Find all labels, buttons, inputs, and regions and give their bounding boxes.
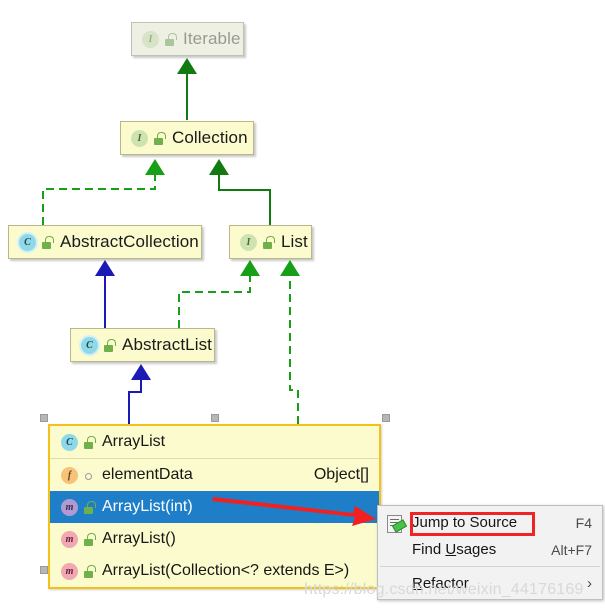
node-list[interactable]: I List [229, 225, 312, 259]
node-label: AbstractList [122, 335, 213, 354]
selection-handle-bottom-left[interactable] [40, 566, 48, 574]
unlock-icon [262, 235, 275, 249]
interface-badge-icon: I [142, 30, 159, 48]
menu-item-mnemonic: U [445, 541, 457, 558]
interface-badge-icon: I [131, 129, 148, 147]
node-label: Collection [172, 128, 248, 147]
unlock-icon [83, 500, 96, 514]
node-arraylist[interactable]: C ArrayList f elementData Object[] m Arr… [48, 424, 381, 589]
class-badge-icon: C [81, 336, 98, 354]
watermark-text: https://blog.csdn.net/weixin_44176169 [304, 581, 584, 598]
interface-badge-icon: I [240, 233, 257, 251]
unlock-icon [83, 532, 96, 546]
member-type: Object[] [313, 466, 369, 483]
field-badge-icon: f [61, 466, 78, 484]
selection-handle-top-center[interactable] [211, 414, 219, 422]
edge-arraylist-to-abstractlist [128, 364, 151, 424]
menu-item-label-pre: Find [412, 541, 446, 558]
edge-abstractcollection-to-collection [42, 159, 165, 225]
edge-list-to-collection [209, 159, 271, 225]
menu-item-jump-to-source[interactable]: Jump to Source F4 [378, 509, 602, 536]
unlock-icon [153, 131, 166, 145]
menu-item-label: Find Usages [412, 541, 535, 558]
member-name: ArrayList() [102, 530, 176, 547]
jump-to-source-icon [384, 513, 408, 533]
arraylist-class-name: ArrayList [102, 433, 166, 450]
node-collection[interactable]: I Collection [120, 121, 254, 155]
class-badge-icon: C [19, 233, 36, 251]
node-label: Iterable [183, 29, 241, 48]
node-abstractcollection[interactable]: C AbstractCollection [8, 225, 202, 259]
menu-item-find-usages[interactable]: Find Usages Alt+F7 [378, 536, 602, 563]
member-row-elementdata[interactable]: f elementData Object[] [50, 459, 379, 491]
diagram-canvas[interactable]: I Iterable I Collection C AbstractCollec… [0, 0, 605, 608]
unlock-icon [103, 338, 116, 352]
method-badge-icon: m [61, 562, 78, 580]
method-badge-icon: m [61, 530, 78, 548]
selection-handle-top-left[interactable] [40, 414, 48, 422]
menu-separator [380, 566, 600, 567]
node-label: AbstractCollection [60, 232, 199, 251]
node-abstractlist[interactable]: C AbstractList [70, 328, 215, 362]
unlock-icon [83, 435, 96, 449]
unlock-icon [41, 235, 54, 249]
member-name: ArrayList(int) [102, 498, 193, 515]
chevron-right-icon: › [587, 575, 592, 592]
selection-handle-top-right[interactable] [382, 414, 390, 422]
unlock-icon [164, 32, 177, 46]
node-iterable[interactable]: I Iterable [131, 22, 244, 56]
member-name: elementData [102, 466, 193, 483]
member-row-arraylist-noargs[interactable]: m ArrayList() [50, 523, 379, 555]
arraylist-header-row[interactable]: C ArrayList [50, 426, 379, 459]
menu-item-label: Jump to Source [412, 514, 518, 531]
edge-abstractlist-to-list [178, 260, 260, 328]
class-badge-icon: C [61, 433, 78, 451]
menu-item-label-post: sages [456, 541, 497, 558]
menu-item-shortcut: Alt+F7 [551, 541, 592, 558]
member-row-arraylist-int[interactable]: m ArrayList(int) [50, 491, 379, 523]
menu-item-shortcut: F4 [575, 514, 592, 531]
edge-arraylist-to-list [280, 260, 300, 424]
package-private-dot-icon [83, 469, 95, 482]
blank-icon-slot [384, 540, 406, 560]
member-name: ArrayList(Collection<? extends E>) [102, 562, 350, 579]
node-label: List [281, 232, 308, 251]
method-badge-icon: m [61, 498, 78, 516]
unlock-icon [83, 564, 96, 578]
